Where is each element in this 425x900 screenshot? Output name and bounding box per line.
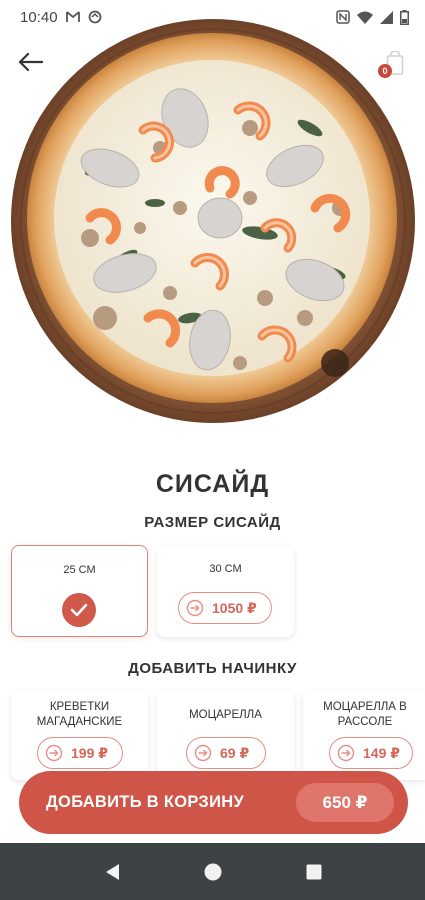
arrow-circle-icon bbox=[186, 599, 204, 617]
status-time: 10:40 bbox=[20, 8, 58, 26]
add-to-cart-price: 650 ₽ bbox=[296, 783, 394, 822]
topping-name: КРЕВЕТКИ МАГАДАНСКИЕ bbox=[36, 701, 123, 728]
battery-icon bbox=[400, 9, 409, 25]
nfc-icon bbox=[336, 10, 350, 24]
check-icon bbox=[62, 593, 96, 627]
topping-card-mozzarella[interactable]: МОЦАРЕЛЛА 69 ₽ bbox=[157, 690, 294, 780]
nav-recents-icon[interactable] bbox=[302, 860, 326, 884]
size-option-30[interactable]: 30 СМ 1050 ₽ bbox=[157, 545, 294, 637]
size-section-title: РАЗМЕР СИСАЙД bbox=[144, 514, 281, 531]
arrow-circle-icon bbox=[337, 744, 355, 762]
gmail-icon bbox=[65, 11, 80, 23]
topping-name: МОЦАРЕЛЛА bbox=[189, 709, 262, 721]
size-option-label: 25 СМ bbox=[63, 564, 96, 576]
toppings-section-title: ДОБАВИТЬ НАЧИНКУ bbox=[128, 660, 297, 677]
product-title: СИСАЙД bbox=[155, 470, 270, 498]
topping-add-button[interactable]: 199 ₽ bbox=[37, 737, 123, 769]
back-button[interactable] bbox=[14, 46, 46, 78]
size-price-pill[interactable]: 1050 ₽ bbox=[178, 592, 272, 624]
status-bar: 10:40 bbox=[0, 0, 425, 34]
sync-icon bbox=[88, 10, 102, 24]
wifi-icon bbox=[357, 11, 373, 24]
signal-icon bbox=[380, 10, 393, 24]
size-option-label: 30 СМ bbox=[209, 563, 242, 575]
topping-card-mozzarella-brine[interactable]: МОЦАРЕЛЛА В РАССОЛЕ 149 ₽ bbox=[303, 690, 425, 780]
topping-card-shrimp[interactable]: КРЕВЕТКИ МАГАДАНСКИЕ 199 ₽ bbox=[11, 690, 148, 780]
arrow-left-icon bbox=[17, 52, 43, 72]
cart-button[interactable]: 0 bbox=[378, 48, 408, 80]
system-nav-bar bbox=[0, 843, 425, 900]
arrow-circle-icon bbox=[45, 744, 63, 762]
topping-add-button[interactable]: 69 ₽ bbox=[186, 737, 266, 769]
pizza-photo bbox=[10, 18, 416, 424]
topping-add-button[interactable]: 149 ₽ bbox=[329, 737, 413, 769]
cart-count-badge: 0 bbox=[378, 64, 392, 78]
nav-back-icon[interactable] bbox=[100, 860, 124, 884]
topping-price: 69 ₽ bbox=[220, 744, 250, 761]
add-to-cart-button[interactable]: ДОБАВИТЬ В КОРЗИНУ 650 ₽ bbox=[19, 771, 408, 834]
nav-home-icon[interactable] bbox=[201, 860, 225, 884]
arrow-circle-icon bbox=[194, 744, 212, 762]
add-to-cart-label: ДОБАВИТЬ В КОРЗИНУ bbox=[46, 793, 245, 811]
size-price: 1050 ₽ bbox=[212, 599, 257, 616]
size-option-25[interactable]: 25 СМ bbox=[11, 545, 148, 637]
topping-price: 149 ₽ bbox=[363, 744, 400, 761]
topping-price: 199 ₽ bbox=[71, 744, 108, 761]
topping-name: МОЦАРЕЛЛА В РАССОЛЕ bbox=[323, 701, 407, 728]
